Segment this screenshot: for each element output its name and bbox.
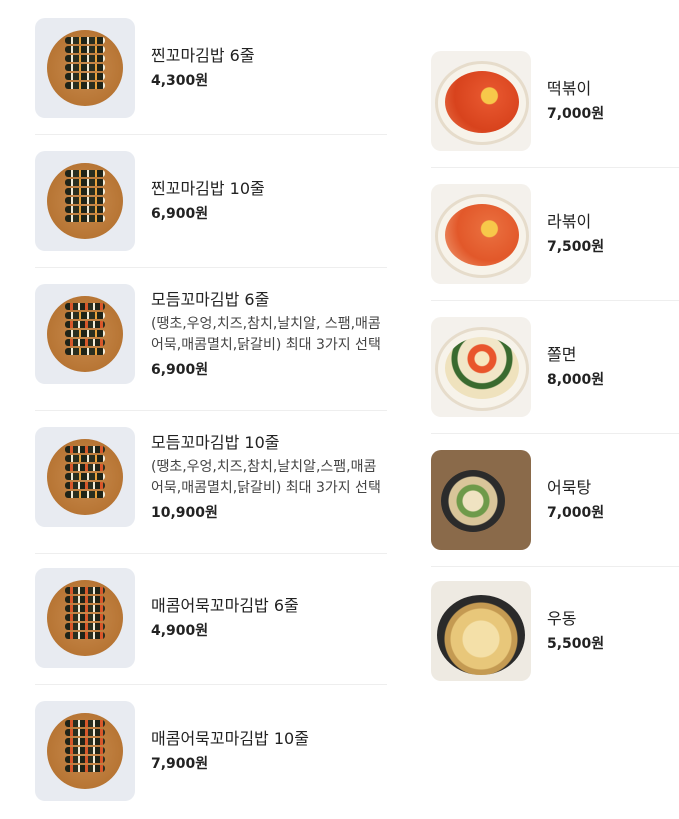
menu-item[interactable]: 떡볶이 7,000원 xyxy=(431,51,679,151)
menu-item-photo xyxy=(431,450,531,550)
menu-item-photo xyxy=(35,18,135,118)
divider xyxy=(431,566,679,567)
menu-item-name: 라볶이 xyxy=(547,212,592,231)
menu-item-photo xyxy=(35,568,135,668)
menu-item-name: 어묵탕 xyxy=(547,478,592,497)
menu-item-name: 찐꼬마김밥 6줄 xyxy=(151,46,255,65)
divider xyxy=(35,553,387,554)
divider xyxy=(431,300,679,301)
menu-item[interactable]: 라볶이 7,500원 xyxy=(431,184,679,284)
menu-item[interactable]: 매콤어묵꼬마김밥 6줄 4,900원 xyxy=(35,568,387,668)
divider xyxy=(35,684,387,685)
divider xyxy=(431,167,679,168)
menu-item[interactable]: 어묵탕 7,000원 xyxy=(431,450,679,550)
menu-item-photo xyxy=(35,284,135,384)
menu-item-price: 5,500원 xyxy=(547,636,605,652)
menu-item-price: 7,000원 xyxy=(547,106,605,122)
menu-item-description: (땡초,우엉,치즈,참치,날치알,스팸,매콤어묵,매콤멸치,닭갈비) 최대 3가… xyxy=(151,458,381,496)
menu-item[interactable]: 쫄면 8,000원 xyxy=(431,317,679,417)
menu-item-price: 6,900원 xyxy=(151,361,209,378)
menu-item-price: 6,900원 xyxy=(151,206,209,222)
menu-item-photo xyxy=(35,701,135,801)
menu-item-name: 모듬꼬마김밥 6줄 xyxy=(151,289,270,309)
menu-item-price: 8,000원 xyxy=(547,372,605,388)
menu-item-price: 10,900원 xyxy=(151,504,218,521)
menu-item-photo xyxy=(431,184,531,284)
divider xyxy=(35,410,387,411)
menu-item[interactable]: 찐꼬마김밥 6줄 4,300원 xyxy=(35,18,387,118)
menu-item-name: 모듬꼬마김밥 10줄 xyxy=(151,432,280,452)
menu-item[interactable]: 모듬꼬마김밥 6줄 (땡초,우엉,치즈,참치,날치알, 스팸,매콤어묵,매콤멸치… xyxy=(35,284,387,384)
menu-item[interactable]: 우동 5,500원 xyxy=(431,581,679,681)
menu-item-price: 7,500원 xyxy=(547,239,605,255)
menu-item-name: 매콤어묵꼬마김밥 6줄 xyxy=(151,596,299,615)
menu-item-photo xyxy=(35,151,135,251)
menu-item[interactable]: 모듬꼬마김밥 10줄 (땡초,우엉,치즈,참치,날치알,스팸,매콤어묵,매콤멸치… xyxy=(35,427,387,527)
menu-item-description: (땡초,우엉,치즈,참치,날치알, 스팸,매콤어묵,매콤멸치,닭갈비) 최대 3… xyxy=(151,315,381,353)
menu-item[interactable]: 찐꼬마김밥 10줄 6,900원 xyxy=(35,151,387,251)
menu-item-price: 7,000원 xyxy=(547,505,605,521)
menu-item-photo xyxy=(431,51,531,151)
menu-item-name: 찐꼬마김밥 10줄 xyxy=(151,179,265,198)
menu-item[interactable]: 매콤어묵꼬마김밥 10줄 7,900원 xyxy=(35,701,387,801)
divider xyxy=(431,433,679,434)
divider xyxy=(35,134,387,135)
menu-item-photo xyxy=(35,427,135,527)
menu-item-price: 4,900원 xyxy=(151,623,209,639)
menu-item-photo xyxy=(431,581,531,681)
menu-item-name: 떡볶이 xyxy=(547,79,592,98)
divider xyxy=(35,267,387,268)
menu-item-name: 쫄면 xyxy=(547,345,577,364)
menu-item-price: 7,900원 xyxy=(151,756,209,772)
menu-item-name: 우동 xyxy=(547,609,577,628)
menu-item-price: 4,300원 xyxy=(151,73,209,89)
menu-item-name: 매콤어묵꼬마김밥 10줄 xyxy=(151,729,309,748)
menu-item-photo xyxy=(431,317,531,417)
